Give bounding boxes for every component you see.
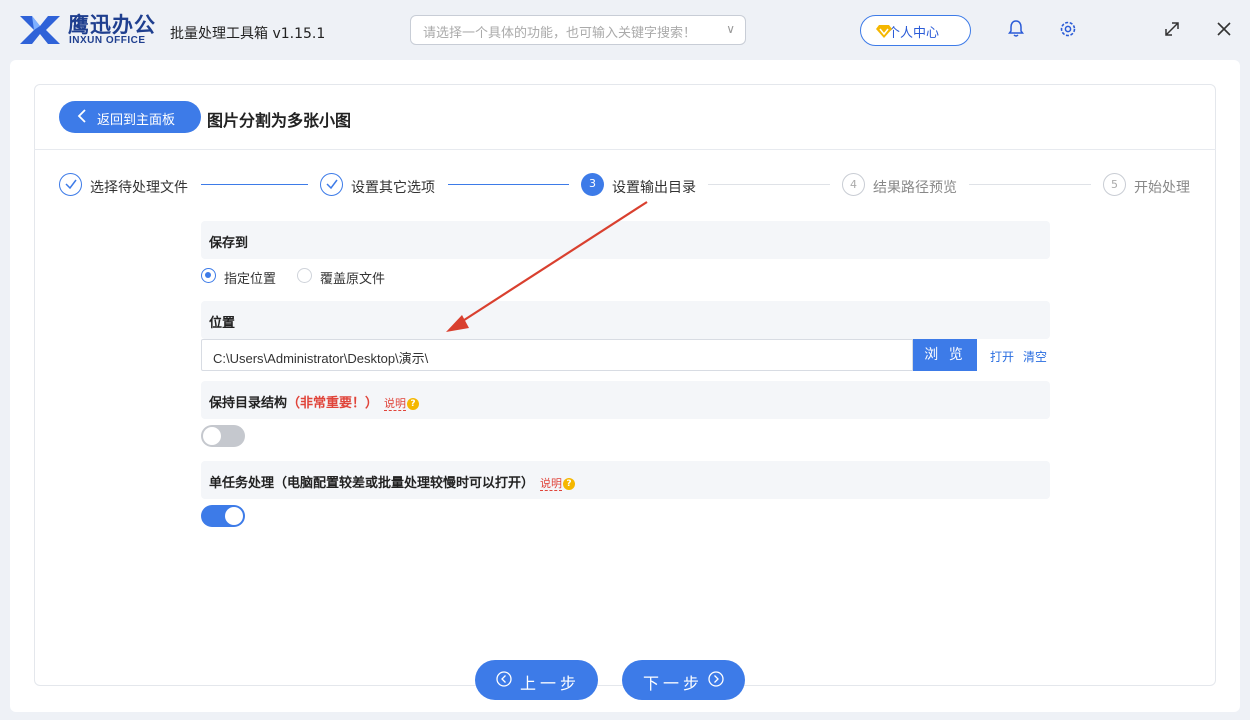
annotation-arrow-icon xyxy=(446,201,648,332)
